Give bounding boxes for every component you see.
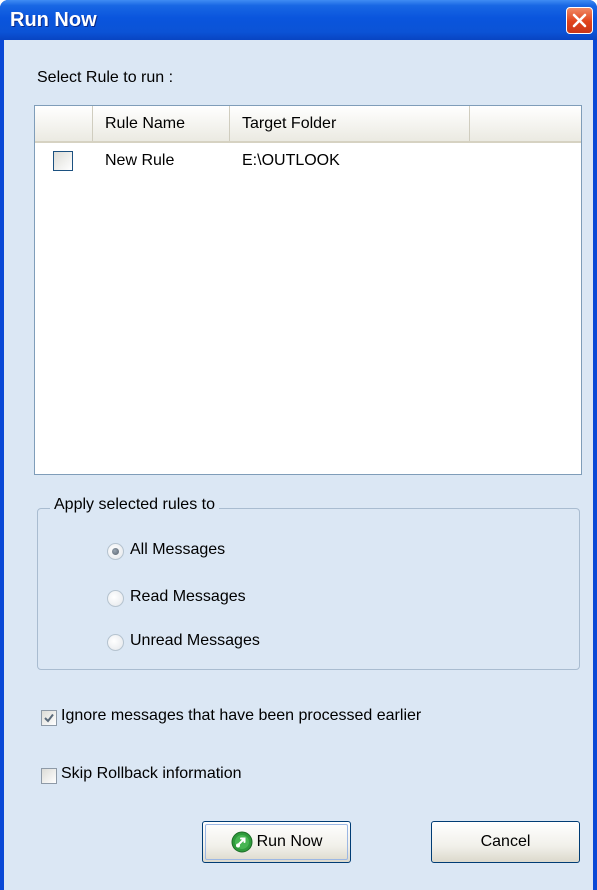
radio-read-messages[interactable] bbox=[107, 590, 124, 607]
column-empty bbox=[470, 106, 581, 141]
skip-rollback-label: Skip Rollback information bbox=[61, 765, 242, 782]
column-target-folder[interactable]: Target Folder bbox=[230, 106, 470, 141]
close-button[interactable] bbox=[566, 7, 593, 34]
select-rule-label: Select Rule to run : bbox=[37, 69, 174, 86]
rule-list-header: Rule Name Target Folder bbox=[35, 106, 581, 143]
window-title: Run Now bbox=[10, 9, 97, 31]
ignore-processed-label: Ignore messages that have been processed… bbox=[61, 707, 422, 724]
radio-all-messages-label: All Messages bbox=[130, 541, 226, 558]
ignore-processed-checkbox[interactable] bbox=[41, 710, 57, 726]
column-rule-name[interactable]: Rule Name bbox=[93, 106, 230, 141]
radio-unread-messages-label: Unread Messages bbox=[130, 632, 260, 649]
run-now-button-label: Run Now bbox=[256, 833, 323, 850]
radio-read-messages-label: Read Messages bbox=[130, 588, 246, 605]
radio-unread-messages[interactable] bbox=[107, 634, 124, 651]
cancel-button-label: Cancel bbox=[480, 833, 531, 850]
run-now-dialog: Run Now Select Rule to run : Rule Name T… bbox=[0, 0, 597, 890]
title-bar[interactable]: Run Now bbox=[0, 0, 597, 40]
radio-all-messages[interactable] bbox=[107, 543, 124, 560]
cancel-button[interactable]: Cancel bbox=[431, 821, 580, 863]
rule-checkbox[interactable] bbox=[53, 151, 73, 171]
run-icon bbox=[231, 831, 253, 853]
close-icon bbox=[572, 13, 587, 28]
rule-list[interactable]: Rule Name Target Folder New Rule E:\OUTL… bbox=[34, 105, 582, 475]
rule-name-cell: New Rule bbox=[105, 152, 175, 169]
apply-rules-group-title: Apply selected rules to bbox=[50, 496, 219, 514]
skip-rollback-checkbox[interactable] bbox=[41, 768, 57, 784]
target-folder-cell: E:\OUTLOOK bbox=[242, 152, 340, 169]
run-now-button[interactable]: Run Now bbox=[202, 821, 351, 863]
table-row[interactable]: New Rule E:\OUTLOOK bbox=[35, 146, 581, 176]
checkmark-icon bbox=[44, 713, 54, 723]
column-checkbox[interactable] bbox=[35, 106, 93, 141]
